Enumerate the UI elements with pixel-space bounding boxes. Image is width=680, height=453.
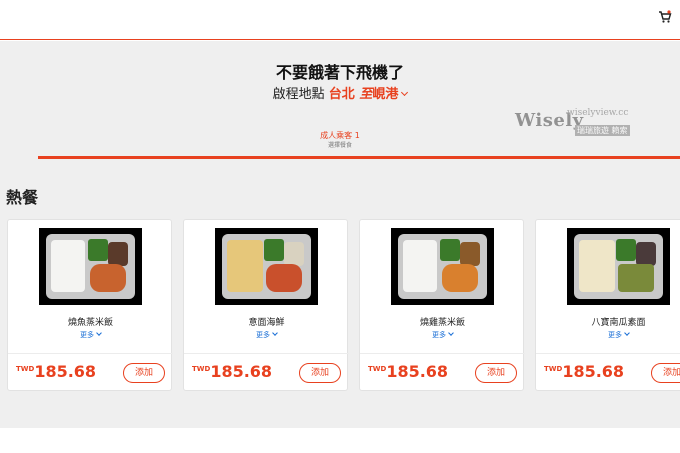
price-amount: 185.68 [34, 362, 97, 381]
meal-price: TWD185.68 [368, 362, 448, 381]
section-title: 熱餐 [6, 188, 39, 207]
passenger-sublabel: 選擇餐食 [327, 142, 352, 149]
meal-card: 燒魚蒸米飯 更多 TWD185.68 添加 [7, 219, 173, 391]
tab-underline [38, 156, 680, 159]
add-button[interactable]: 添加 [123, 363, 165, 383]
chevron-down-icon [624, 330, 630, 336]
price-amount: 185.68 [210, 362, 273, 381]
add-button[interactable]: 添加 [299, 363, 341, 383]
meal-image [391, 228, 494, 305]
chevron-down-icon [272, 330, 278, 336]
chevron-down-icon [448, 330, 454, 336]
meal-card: 八寶南瓜素面 更多 TWD185.68 添加 [535, 219, 680, 391]
meal-card: 燒雞蒸米飯 更多 TWD185.68 添加 [359, 219, 525, 391]
chevron-down-icon[interactable] [401, 88, 409, 97]
more-link[interactable]: 更多 [184, 330, 349, 340]
passenger-label: 成人乘客 1 [320, 131, 360, 140]
more-link[interactable]: 更多 [360, 330, 525, 340]
passenger-tab[interactable]: 成人乘客 1 選擇餐食 [0, 130, 680, 151]
chevron-down-icon [96, 330, 102, 336]
currency: TWD [16, 365, 35, 373]
price-amount: 185.68 [386, 362, 449, 381]
divider [8, 353, 173, 354]
route-connector: 至 [359, 87, 373, 102]
currency: TWD [192, 365, 211, 373]
top-bar [0, 0, 680, 40]
meal-card: 意面海鮮 更多 TWD185.68 添加 [183, 219, 349, 391]
origin: 台北 [328, 87, 355, 102]
more-label: 更多 [256, 331, 270, 339]
meal-price: TWD185.68 [192, 362, 272, 381]
meal-price: TWD185.68 [16, 362, 96, 381]
meal-image [215, 228, 318, 305]
shopping-cart-icon[interactable] [658, 10, 672, 24]
meal-name: 燒魚蒸米飯 [67, 318, 113, 328]
meal-name: 意面海鮮 [248, 318, 285, 328]
meal-image [39, 228, 142, 305]
currency: TWD [544, 365, 563, 373]
destination: 峴港 [372, 87, 399, 102]
currency: TWD [368, 365, 387, 373]
add-button[interactable]: 添加 [651, 363, 680, 383]
price-amount: 185.68 [562, 362, 625, 381]
hero: 不要餓著下飛機了 啟程地點 台北 至峴港 [0, 62, 680, 104]
meal-price: TWD185.68 [544, 362, 624, 381]
divider [184, 353, 349, 354]
more-link[interactable]: 更多 [8, 330, 173, 340]
meal-name: 燒雞蒸米飯 [419, 318, 465, 328]
page-title: 不要餓著下飛機了 [275, 63, 404, 82]
more-label: 更多 [608, 331, 622, 339]
more-link[interactable]: 更多 [536, 330, 680, 340]
route-selector[interactable]: 啟程地點 台北 至峴港 [0, 86, 680, 104]
watermark-site: wiselyview.cc [567, 108, 629, 118]
route-value[interactable]: 台北 至峴港 [328, 87, 409, 102]
meal-image [567, 228, 670, 305]
route-prefix: 啟程地點 [272, 87, 325, 102]
more-label: 更多 [432, 331, 446, 339]
add-button[interactable]: 添加 [475, 363, 517, 383]
more-label: 更多 [80, 331, 94, 339]
divider [360, 353, 525, 354]
divider [536, 353, 680, 354]
meal-name: 八寶南瓜素面 [591, 318, 646, 328]
